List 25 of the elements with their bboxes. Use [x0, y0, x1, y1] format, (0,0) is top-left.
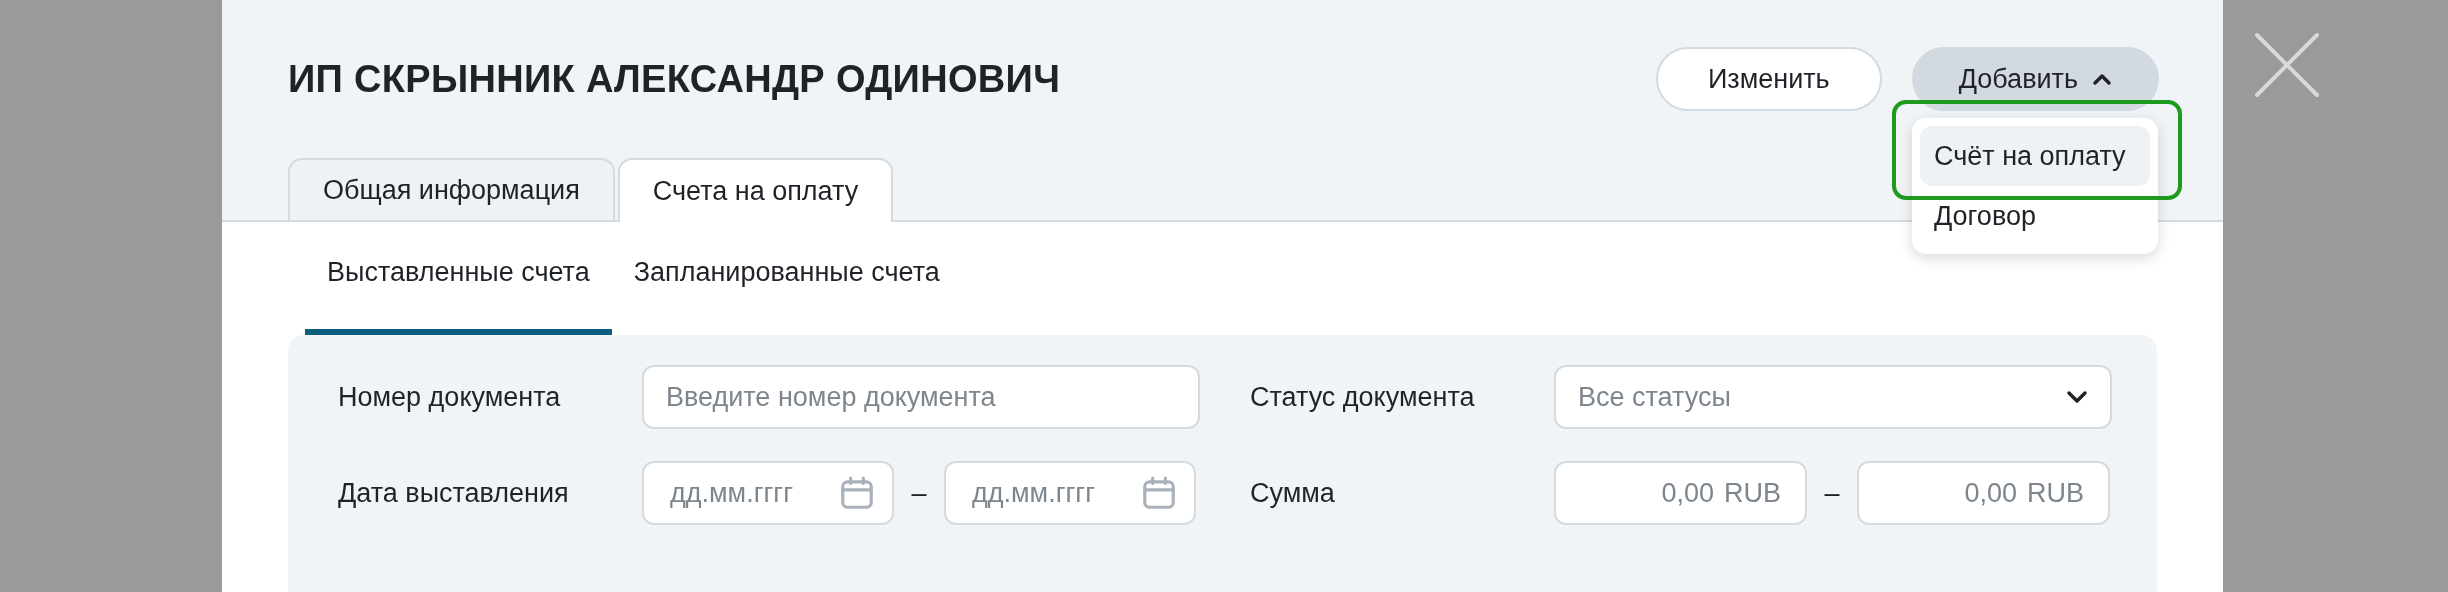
amount-field[interactable]: 0,00 RUB	[1857, 461, 2110, 525]
select-field[interactable]: Все статусы	[1554, 365, 2112, 429]
tab[interactable]: Счета на оплату	[617, 158, 894, 222]
field-label: Сумма	[1250, 477, 1336, 509]
calendar-icon[interactable]	[1140, 474, 1178, 512]
range-separator: –	[1823, 477, 1841, 509]
menu-item[interactable]: Договор	[1920, 186, 2150, 246]
close-icon[interactable]	[2254, 32, 2320, 98]
edit-button[interactable]: Изменить	[1655, 47, 1882, 111]
tab[interactable]: Общая информация	[288, 158, 615, 220]
subtab[interactable]: Запланированные счета	[611, 257, 962, 335]
date-field[interactable]: дд.мм.гггг	[642, 461, 894, 525]
calendar-icon[interactable]	[838, 474, 876, 512]
field-label: Статус документа	[1250, 381, 1476, 413]
caret-icon	[2092, 72, 2112, 86]
chevron-icon	[2066, 390, 2088, 404]
menu-item[interactable]: Счёт на оплату	[1920, 126, 2150, 186]
range-separator: –	[910, 477, 928, 509]
field-label: Номер документа	[338, 381, 562, 413]
amount-field[interactable]: 0,00 RUB	[1554, 461, 1807, 525]
page-title: ИП СКРЫННИК АЛЕКСАНДР ОДИНОВИЧ	[288, 57, 1061, 101]
add-button[interactable]: Добавить	[1911, 47, 2159, 111]
date-field[interactable]: дд.мм.гггг	[944, 461, 1196, 525]
input-field[interactable]: Введите номер документа	[642, 365, 1200, 429]
field-label: Дата выставления	[338, 477, 570, 509]
